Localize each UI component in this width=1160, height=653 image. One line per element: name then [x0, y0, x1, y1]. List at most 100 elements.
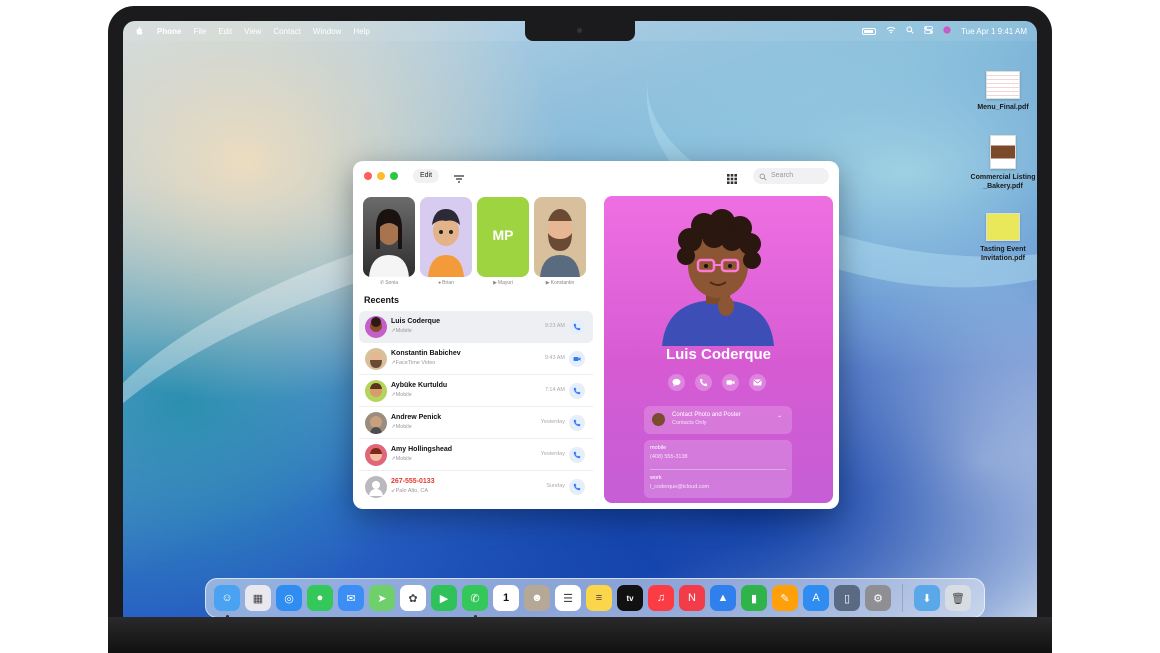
avatar	[365, 476, 387, 498]
siri-icon[interactable]	[943, 26, 951, 36]
message-icon	[672, 378, 681, 387]
mobile-number[interactable]: (408) 555-3138	[650, 454, 688, 460]
desktop-file-bakery[interactable]: Commercial Listing _Bakery.pdf	[958, 135, 1037, 191]
menu-clock[interactable]: Tue Apr 1 9:41 AM	[961, 27, 1027, 36]
favorite-konstantin[interactable]: ▶Konstantin	[534, 197, 586, 286]
trash-app-icon[interactable]: 🗑	[945, 585, 971, 611]
downloads-app-icon[interactable]: ⬇	[914, 585, 940, 611]
recent-row[interactable]: Luis Coderque ↗Mobile 9:23 AM	[359, 311, 593, 343]
tv-app-icon[interactable]: tv	[617, 585, 643, 611]
avatar	[365, 380, 387, 402]
maps-app-icon[interactable]: ➤	[369, 585, 395, 611]
recent-row[interactable]: 267-555-0133 ↙Palo Alto, CA Sunday	[359, 471, 593, 503]
menu-app-name[interactable]: Phone	[157, 27, 181, 36]
launchpad-app-icon[interactable]: ▦	[245, 585, 271, 611]
numbers-app-icon[interactable]: ▮	[741, 585, 767, 611]
contact-poster: Luis Coderque Contact Photo and Poster C…	[604, 196, 833, 503]
notes-app-icon[interactable]: ≡	[586, 585, 612, 611]
recent-detail: ↗Mobile	[391, 456, 412, 462]
minimize-button[interactable]	[377, 172, 385, 180]
menu-edit[interactable]: Edit	[218, 27, 232, 36]
recent-row[interactable]: Andrew Penick ↗Mobile Yesterday	[359, 407, 593, 439]
desktop-file-menu[interactable]: Menu_Final.pdf	[958, 71, 1037, 112]
work-email[interactable]: l_coderque@icloud.com	[650, 484, 709, 490]
pdf-file-icon	[990, 135, 1016, 169]
facetime-button[interactable]	[722, 374, 739, 391]
mail-button[interactable]	[749, 374, 766, 391]
phone-icon	[699, 378, 708, 387]
recent-detail: ↗Mobile	[391, 392, 412, 398]
pages-app-icon[interactable]: ✎	[772, 585, 798, 611]
phone-icon	[573, 387, 581, 395]
contact-info-card: mobile (408) 555-3138 work l_coderque@ic…	[644, 440, 792, 498]
music-app-icon[interactable]: ♫	[648, 585, 674, 611]
finder-app-icon[interactable]: ☺	[214, 585, 240, 617]
call-button[interactable]	[569, 383, 585, 399]
wifi-icon[interactable]	[886, 26, 896, 36]
search-field[interactable]: Search	[753, 168, 829, 184]
recent-row[interactable]: Konstantin Babichev ↗FaceTime Video 9:43…	[359, 343, 593, 375]
call-button[interactable]	[569, 447, 585, 463]
photos-app-icon[interactable]: ✿	[400, 585, 426, 611]
favorite-name: Mayuri	[497, 280, 513, 286]
apple-menu-icon[interactable]	[135, 26, 145, 37]
recent-time: Sunday	[546, 483, 565, 489]
phone-icon	[573, 451, 581, 459]
recent-time: 7:14 AM	[544, 387, 565, 393]
phone-icon	[573, 419, 581, 427]
recent-row[interactable]: Aybüke Kurtuldu ↗Mobile 7:14 AM	[359, 375, 593, 407]
message-button[interactable]	[668, 374, 685, 391]
recent-row[interactable]: Amy Hollingshead ↗Mobile Yesterday	[359, 439, 593, 471]
menu-window[interactable]: Window	[313, 27, 341, 36]
calendar-app-icon[interactable]: 1	[493, 585, 519, 611]
reminders-app-icon[interactable]: ☰	[555, 585, 581, 611]
menu-view[interactable]: View	[244, 27, 261, 36]
keypad-icon[interactable]	[727, 171, 737, 184]
favorite-name: Konstantin	[550, 280, 575, 286]
facetime-app-icon[interactable]: ▶	[431, 585, 457, 611]
favorite-brian[interactable]: ●Brian	[420, 197, 472, 286]
safari-app-icon[interactable]: ◎	[276, 585, 302, 611]
contact-photo-poster-setting[interactable]: Contact Photo and Poster Contacts Only ⌃	[644, 406, 792, 434]
edit-button[interactable]: Edit	[413, 169, 440, 183]
search-placeholder: Search	[771, 172, 794, 179]
close-button[interactable]	[364, 172, 372, 180]
zoom-button[interactable]	[390, 172, 398, 180]
favorite-mayuri[interactable]: MP ▶Mayuri	[477, 197, 529, 286]
news-app-icon[interactable]: N	[679, 585, 705, 611]
laptop-base	[108, 617, 1052, 653]
desktop-file-invitation[interactable]: Tasting Event Invitation.pdf	[958, 213, 1037, 263]
call-button[interactable]	[569, 415, 585, 431]
contacts-app-icon[interactable]: ☻	[524, 585, 550, 611]
laptop-frame: Phone File Edit View Contact Window Help…	[108, 6, 1052, 653]
avatar	[365, 316, 387, 338]
battery-icon[interactable]	[862, 27, 877, 35]
video-icon	[726, 380, 735, 385]
menu-contact[interactable]: Contact	[273, 27, 301, 36]
call-button[interactable]	[695, 374, 712, 391]
favorite-sonia[interactable]: ✆Sonia	[363, 197, 415, 286]
keynote-app-icon[interactable]: ▲	[710, 585, 736, 611]
filter-icon[interactable]	[453, 171, 465, 183]
phone-icon: ✆	[380, 280, 385, 286]
call-button[interactable]	[569, 479, 585, 495]
iphone-mirroring-app-icon[interactable]: ▯	[834, 585, 860, 611]
menu-help[interactable]: Help	[353, 27, 369, 36]
mail-app-icon[interactable]: ✉	[338, 585, 364, 611]
recent-name: Aybüke Kurtuldu	[391, 382, 448, 389]
facetime-button[interactable]	[569, 351, 585, 367]
poster-setting-title: Contact Photo and Poster	[672, 412, 741, 418]
pdf-file-icon	[986, 71, 1020, 99]
messages-app-icon[interactable]: ●	[307, 585, 333, 611]
app-store-app-icon[interactable]: A	[803, 585, 829, 611]
phone-app-icon[interactable]: ✆	[462, 585, 488, 617]
spotlight-search-icon[interactable]	[906, 26, 914, 36]
control-center-icon[interactable]	[924, 26, 933, 36]
recent-name: Andrew Penick	[391, 414, 442, 421]
video-icon: ▶	[545, 280, 550, 286]
system-settings-app-icon[interactable]: ⚙	[865, 585, 891, 611]
favorite-photo	[363, 197, 415, 277]
contact-name: Luis Coderque	[665, 346, 771, 363]
call-button[interactable]	[569, 319, 585, 335]
menu-file[interactable]: File	[193, 27, 206, 36]
